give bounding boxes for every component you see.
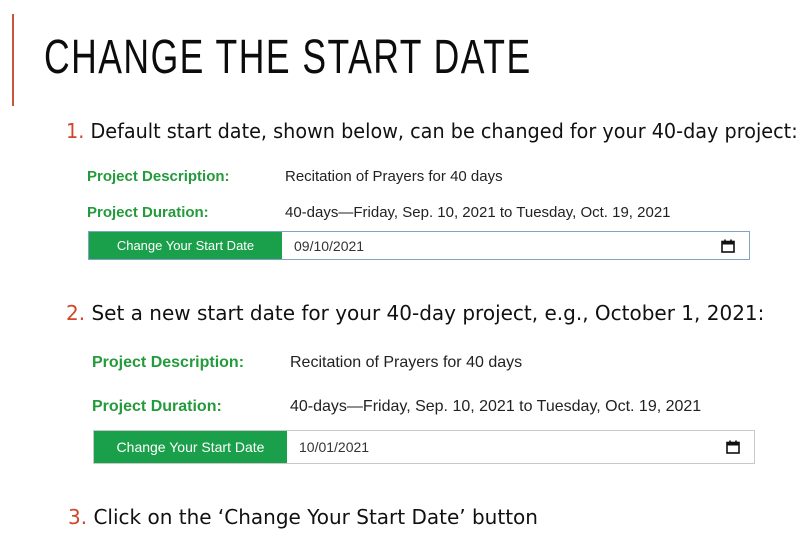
- step-1: 1. Default start date, shown below, can …: [66, 118, 798, 144]
- slide-title: CHANGE THE START DATE: [44, 31, 532, 84]
- step-text: Set a new start date for your 40-day pro…: [91, 301, 765, 325]
- start-date-input[interactable]: 10/01/2021: [287, 431, 754, 463]
- start-date-input[interactable]: 09/10/2021: [282, 232, 749, 259]
- project-duration-label: Project Duration:: [92, 398, 222, 415]
- step-text: Default start date, shown below, can be …: [90, 119, 798, 143]
- title-accent-bar: [12, 14, 14, 106]
- change-start-date-button[interactable]: Change Your Start Date: [94, 431, 287, 463]
- project-description-value: Recitation of Prayers for 40 days: [285, 168, 503, 185]
- project-description-value: Recitation of Prayers for 40 days: [290, 354, 523, 371]
- step-2: 2. Set a new start date for your 40-day …: [66, 300, 764, 326]
- new-start-date-group: Change Your Start Date 10/01/2021: [93, 430, 755, 464]
- start-date-value: 09/10/2021: [294, 237, 365, 254]
- step-number: 3.: [68, 505, 88, 529]
- project-description-label: Project Description:: [92, 354, 245, 371]
- step-number: 1.: [66, 119, 85, 143]
- project-duration-value: 40-days—Friday, Sep. 10, 2021 to Tuesday…: [285, 204, 671, 221]
- calendar-icon[interactable]: [726, 440, 740, 454]
- project-duration-value: 40-days—Friday, Sep. 10, 2021 to Tuesday…: [290, 398, 702, 415]
- step-text: Click on the ‘Change Your Start Date’ bu…: [93, 505, 538, 529]
- project-duration-label: Project Duration:: [87, 204, 209, 221]
- step-number: 2.: [66, 301, 86, 325]
- step-3: 3. Click on the ‘Change Your Start Date’…: [68, 504, 538, 530]
- change-start-date-button[interactable]: Change Your Start Date: [89, 232, 282, 259]
- calendar-icon[interactable]: [721, 239, 735, 253]
- start-date-value: 10/01/2021: [299, 439, 370, 455]
- start-date-group: Change Your Start Date 09/10/2021: [88, 231, 750, 260]
- project-description-label: Project Description:: [87, 168, 230, 185]
